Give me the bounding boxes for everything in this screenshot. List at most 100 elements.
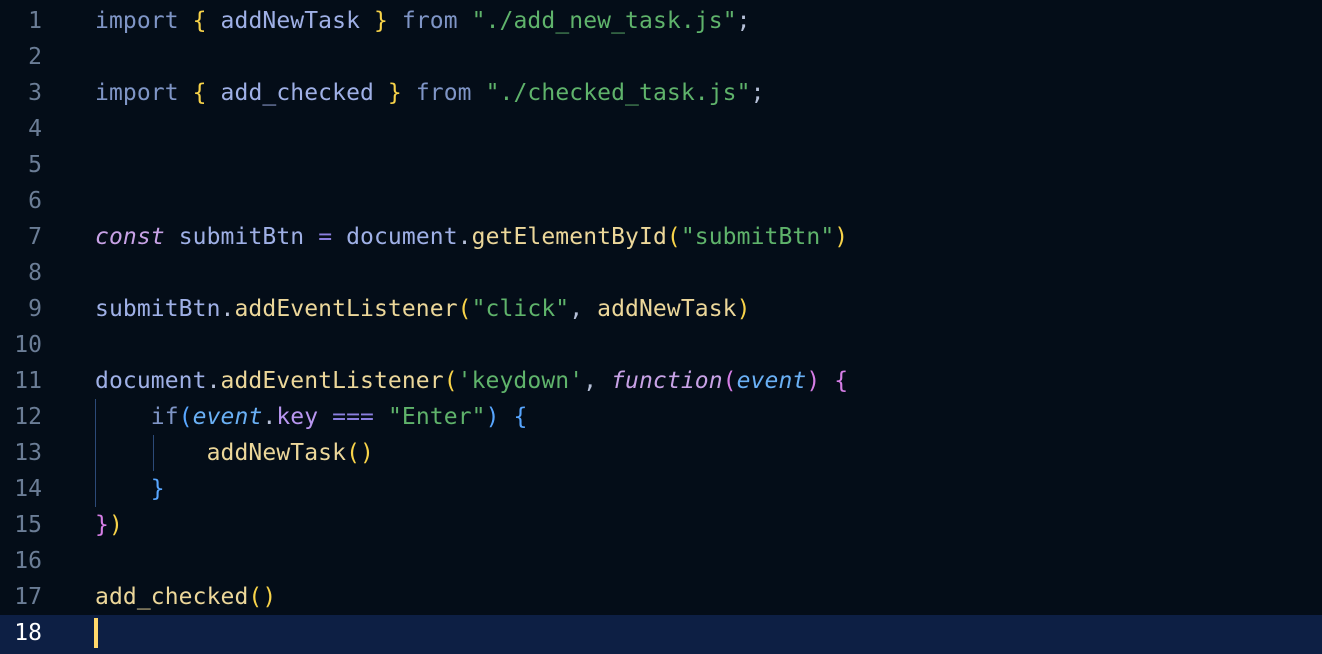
code-line[interactable]: 12 if(event.key === "Enter") { (0, 399, 1322, 435)
code-token: ) (736, 296, 751, 322)
code-token: ( (722, 368, 737, 394)
code-line[interactable]: 2 (0, 39, 1322, 75)
code-token: from (401, 8, 458, 34)
code-token: function (611, 368, 723, 394)
code-line[interactable]: 17 add_checked() (0, 579, 1322, 615)
line-number: 9 (28, 296, 42, 322)
code-text: addNewTask() (95, 435, 374, 471)
code-token: . (457, 224, 472, 250)
line-number: 18 (14, 620, 42, 646)
code-token: = (318, 224, 333, 250)
code-token: import (95, 8, 179, 34)
text-cursor (94, 618, 98, 648)
indent-guide-outer (95, 399, 96, 507)
code-token: if (150, 404, 179, 430)
code-token: addEventListener (234, 296, 458, 322)
code-token: "submitBtn" (680, 224, 835, 250)
code-line[interactable]: 16 (0, 543, 1322, 579)
code-editor[interactable]: 18 17 add_checked() 16 15}) 14 } 13 addNewTask… (0, 0, 1322, 654)
code-line[interactable]: 10 (0, 327, 1322, 363)
code-token: () (248, 584, 277, 610)
line-number: 11 (14, 368, 42, 394)
code-token: getElementById (471, 224, 667, 250)
code-line[interactable]: 11 document.addEventListener('keydown', f… (0, 363, 1322, 399)
code-token: ) (485, 404, 500, 430)
code-token: 'keydown' (457, 368, 584, 394)
code-token: event (736, 368, 807, 394)
code-token: add_checked (220, 80, 374, 106)
code-line[interactable]: 1 import { addNewTask } from "./add_new_t… (0, 3, 1322, 39)
code-token: "./add_new_task.js" (471, 8, 737, 34)
line-number: 14 (14, 476, 42, 502)
code-token: . (262, 404, 277, 430)
code-line[interactable]: 18 (0, 615, 1322, 654)
code-text: submitBtn.addEventListener("click", addN… (95, 291, 751, 327)
code-line[interactable]: 14 } (0, 471, 1322, 507)
code-token: } (387, 80, 402, 106)
code-token: ( (666, 224, 681, 250)
line-number: 12 (14, 404, 42, 430)
code-line[interactable]: 7 const submitBtn = document.getElementBy… (0, 219, 1322, 255)
line-number: 2 (28, 44, 42, 70)
code-line[interactable]: 13 addNewTask() (0, 435, 1322, 471)
code-token: ( (457, 296, 472, 322)
code-token: "./checked_task.js" (485, 80, 751, 106)
code-text: } (95, 471, 165, 507)
code-token: ) (806, 368, 821, 394)
code-token: submitBtn (178, 224, 305, 250)
code-token: import (95, 80, 179, 106)
line-number: 5 (28, 152, 42, 178)
code-token: ( (178, 404, 193, 430)
code-text: document.addEventListener('keydown', fun… (95, 363, 848, 399)
code-text: import { add_checked } from "./checked_t… (95, 75, 765, 111)
line-number: 6 (28, 188, 42, 214)
code-token: addNewTask (597, 296, 737, 322)
code-token: () (346, 440, 374, 466)
line-number: 3 (28, 80, 42, 106)
line-number: 7 (28, 224, 42, 250)
code-token: key (276, 404, 319, 430)
code-line[interactable]: 9 submitBtn.addEventListener("click", add… (0, 291, 1322, 327)
line-number: 8 (28, 260, 42, 286)
line-number: 13 (14, 440, 42, 466)
code-token: ; (736, 8, 751, 34)
code-token: addNewTask (220, 8, 361, 34)
code-token: from (415, 80, 472, 106)
code-token: , (583, 368, 612, 394)
code-line[interactable]: 4 (0, 111, 1322, 147)
code-text: if(event.key === "Enter") { (95, 399, 528, 435)
code-line[interactable]: 15}) (0, 507, 1322, 543)
code-token: { (192, 8, 207, 34)
line-number: 1 (28, 8, 42, 34)
code-token: document (346, 224, 458, 250)
code-token: event (192, 404, 263, 430)
code-line[interactable]: 6 (0, 183, 1322, 219)
indent-guide-inner (153, 435, 154, 471)
code-token: . (220, 296, 235, 322)
code-line[interactable]: 8 (0, 255, 1322, 291)
code-line[interactable]: 5 (0, 147, 1322, 183)
code-token: add_checked (95, 584, 249, 610)
line-number: 10 (14, 332, 42, 358)
line-number: 16 (14, 548, 42, 574)
code-line[interactable]: 3 import { add_checked } from "./checked_… (0, 75, 1322, 111)
code-text: import { addNewTask } from "./add_new_ta… (95, 3, 751, 39)
code-token: ( (443, 368, 458, 394)
